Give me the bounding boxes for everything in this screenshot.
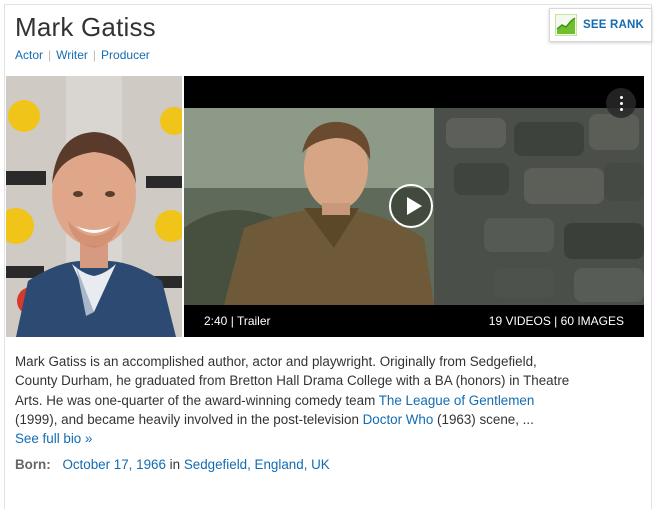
video-info-bar: 2:40 | Trailer 19 VIDEOS | 60 IMAGES — [184, 305, 644, 337]
person-name: Mark Gatiss — [15, 12, 156, 42]
doctor-who-link[interactable]: Doctor Who — [363, 412, 434, 427]
video-duration: 2:40 — [204, 314, 228, 328]
video-kind: Trailer — [236, 314, 271, 328]
birth-place-link[interactable]: Sedgefield, England, UK — [184, 457, 330, 472]
video-options-button[interactable] — [606, 88, 636, 118]
role-separator: | — [48, 48, 52, 62]
role-separator: | — [92, 48, 97, 62]
see-rank-label: SEE RANK — [583, 19, 645, 31]
birth-date-link[interactable]: October 17, 1966 — [62, 457, 165, 472]
born-label: Born: — [15, 457, 51, 472]
media-counts: 19 VIDEOS | 60 IMAGES — [488, 314, 624, 328]
see-rank-button[interactable]: SEE RANK — [549, 8, 652, 42]
league-of-gentlemen-link[interactable]: The League of Gentlemen — [379, 393, 535, 408]
video-meta: 2:40 | Trailer — [204, 314, 271, 328]
play-button[interactable] — [389, 184, 433, 228]
video-player[interactable]: 2:40 | Trailer 19 VIDEOS | 60 IMAGES — [184, 76, 644, 337]
born-info: Born: October 17, 1966 in Sedgefield, En… — [15, 457, 330, 472]
videos-count-link[interactable]: 19 VIDEOS — [489, 314, 551, 328]
bio-text: Mark Gatiss is an accomplished author, a… — [15, 354, 570, 447]
rank-chart-icon — [554, 13, 578, 37]
roles-list: Actor | Writer | Producer — [15, 48, 150, 62]
images-count-link[interactable]: 60 IMAGES — [561, 314, 624, 328]
profile-photo[interactable] — [6, 76, 182, 337]
see-full-bio-link[interactable]: See full bio » — [15, 431, 92, 446]
role-link-producer[interactable]: Producer — [101, 48, 150, 62]
role-link-actor[interactable]: Actor — [15, 48, 43, 62]
role-link-writer[interactable]: Writer — [56, 48, 88, 62]
